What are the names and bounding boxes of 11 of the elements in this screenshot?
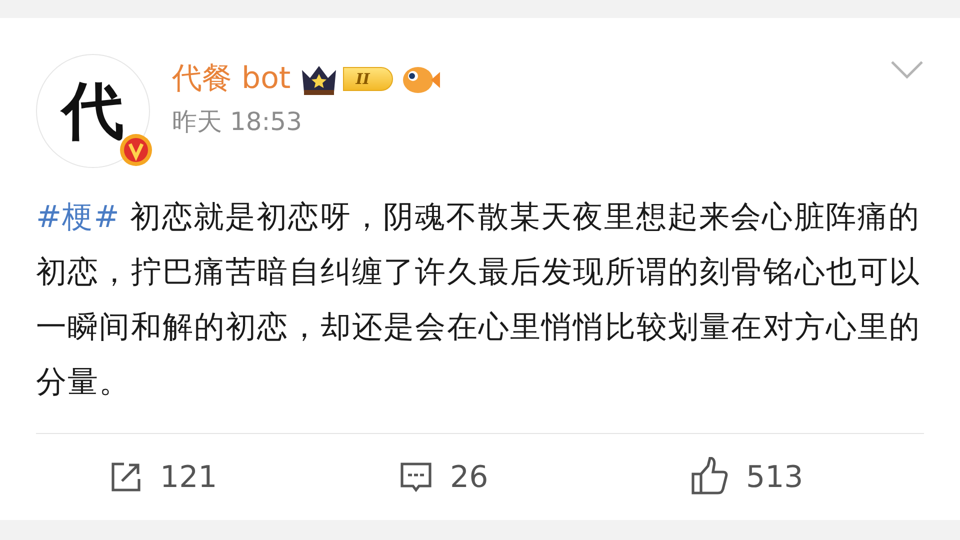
hashtag-link[interactable]: #梗# xyxy=(36,200,120,235)
action-count: 121 xyxy=(160,460,218,494)
level-badge: II xyxy=(342,66,393,90)
user-name[interactable]: 代餐 bot xyxy=(172,58,291,99)
post-time: 昨天 18:53 xyxy=(172,106,303,138)
thumbs-up-icon[interactable] xyxy=(690,457,730,497)
action-count: 26 xyxy=(450,460,488,494)
action-count: 513 xyxy=(746,460,804,494)
avatar-text: 代 xyxy=(62,73,124,149)
avatar[interactable]: 代 xyxy=(36,54,150,168)
post-text: #梗# 初恋就是初恋呀，阴魂不散某天夜里想起来会心脏阵痛的初恋，拧巴痛苦暗自纠缠了许久最后发现所谓的刻骨铭心也可以一瞬间和解的初恋，却还是会在心里悄悄比较划量在对方心里的分量。 xyxy=(36,199,922,402)
